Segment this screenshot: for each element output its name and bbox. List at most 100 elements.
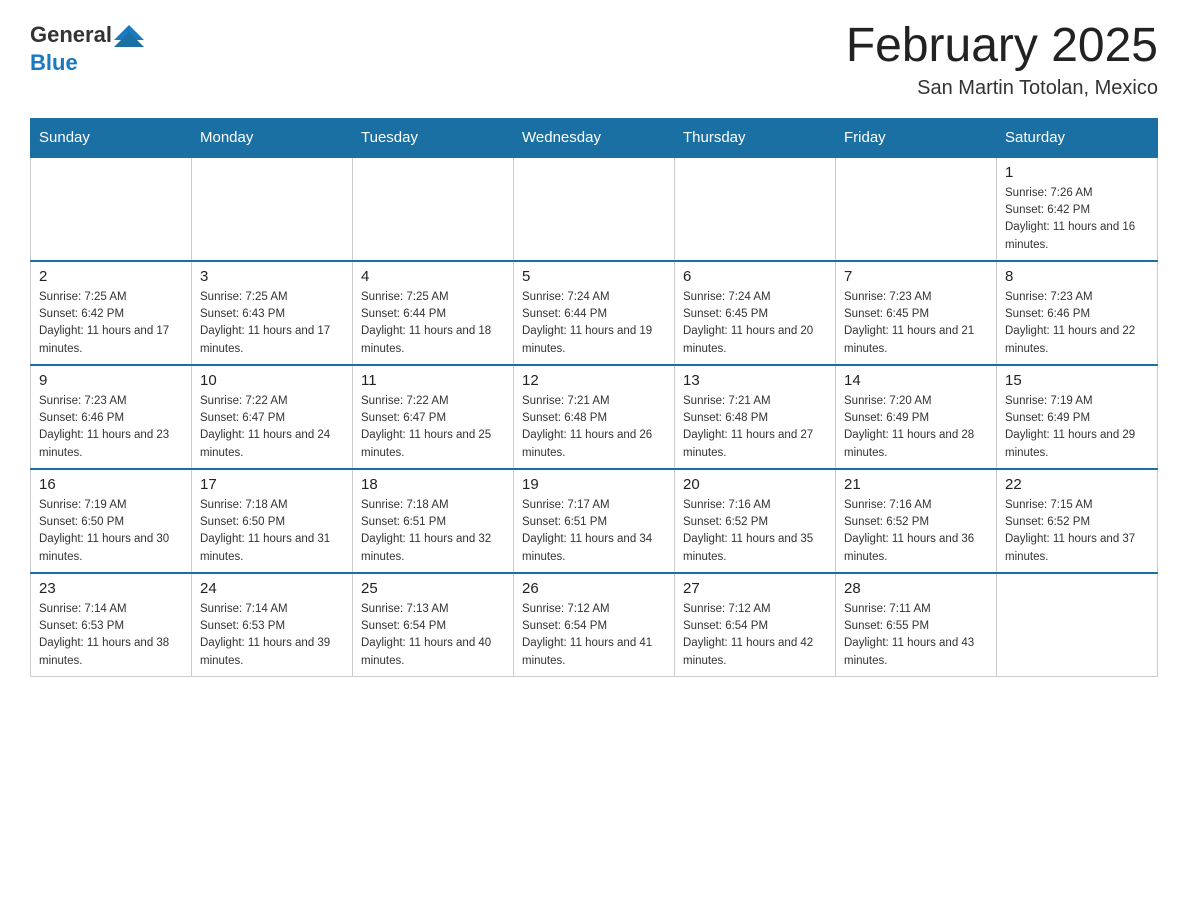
day-cell	[192, 157, 353, 261]
day-number: 22	[1005, 476, 1149, 493]
day-cell: 19Sunrise: 7:17 AMSunset: 6:51 PMDayligh…	[514, 469, 675, 573]
day-cell: 21 Sunrise: 7:16 AMSunset: 6:52 PMDayligh…	[836, 469, 997, 573]
day-info: Sunrise: 7:25 AMSunset: 6:42 PMDaylight:…	[39, 289, 183, 358]
weekday-row: SundayMondayTuesdayWednesdayThursdayFrid…	[31, 118, 1158, 157]
calendar-header: SundayMondayTuesdayWednesdayThursdayFrid…	[31, 118, 1158, 157]
day-cell	[675, 157, 836, 261]
day-number: 10	[200, 372, 344, 389]
day-cell: 14 Sunrise: 7:20 AMSunset: 6:49 PMDayligh…	[836, 365, 997, 469]
day-info: Sunrise: 7:20 AMSunset: 6:49 PMDaylight:…	[844, 393, 988, 462]
day-cell: 2 Sunrise: 7:25 AMSunset: 6:42 PMDaylight…	[31, 261, 192, 365]
weekday-wednesday: Wednesday	[514, 118, 675, 157]
week-row-1: 1Sunrise: 7:26 AMSunset: 6:42 PMDaylight…	[31, 157, 1158, 261]
day-info: Sunrise: 7:16 AMSunset: 6:52 PMDaylight:…	[683, 497, 827, 566]
day-number: 26	[522, 580, 666, 597]
day-cell: 3 Sunrise: 7:25 AMSunset: 6:43 PMDaylight…	[192, 261, 353, 365]
day-info: Sunrise: 7:24 AMSunset: 6:45 PMDaylight:…	[683, 289, 827, 358]
day-cell	[514, 157, 675, 261]
calendar-body: 1Sunrise: 7:26 AMSunset: 6:42 PMDaylight…	[31, 157, 1158, 677]
day-info: Sunrise: 7:19 AMSunset: 6:50 PMDaylight:…	[39, 497, 183, 566]
day-number: 3	[200, 268, 344, 285]
day-number: 9	[39, 372, 183, 389]
location-title: San Martin Totolan, Mexico	[846, 77, 1158, 100]
day-number: 27	[683, 580, 827, 597]
day-cell: 22 Sunrise: 7:15 AMSunset: 6:52 PMDayligh…	[997, 469, 1158, 573]
day-number: 4	[361, 268, 505, 285]
day-number: 8	[1005, 268, 1149, 285]
weekday-thursday: Thursday	[675, 118, 836, 157]
day-cell: 26 Sunrise: 7:12 AMSunset: 6:54 PMDayligh…	[514, 573, 675, 677]
day-info: Sunrise: 7:25 AMSunset: 6:44 PMDaylight:…	[361, 289, 505, 358]
weekday-saturday: Saturday	[997, 118, 1158, 157]
weekday-monday: Monday	[192, 118, 353, 157]
day-info: Sunrise: 7:25 AMSunset: 6:43 PMDaylight:…	[200, 289, 344, 358]
day-info: Sunrise: 7:23 AMSunset: 6:46 PMDaylight:…	[39, 393, 183, 462]
day-number: 18	[361, 476, 505, 493]
logo-blue: Blue	[30, 50, 78, 76]
weekday-sunday: Sunday	[31, 118, 192, 157]
day-cell	[836, 157, 997, 261]
day-number: 17	[200, 476, 344, 493]
day-cell: 9 Sunrise: 7:23 AMSunset: 6:46 PMDaylight…	[31, 365, 192, 469]
day-info: Sunrise: 7:23 AMSunset: 6:45 PMDaylight:…	[844, 289, 988, 358]
day-number: 2	[39, 268, 183, 285]
day-number: 19	[522, 476, 666, 493]
day-number: 25	[361, 580, 505, 597]
day-number: 28	[844, 580, 988, 597]
day-cell: 15Sunrise: 7:19 AMSunset: 6:49 PMDayligh…	[997, 365, 1158, 469]
day-info: Sunrise: 7:12 AMSunset: 6:54 PMDaylight:…	[522, 601, 666, 670]
day-info: Sunrise: 7:18 AMSunset: 6:50 PMDaylight:…	[200, 497, 344, 566]
day-cell: 13Sunrise: 7:21 AMSunset: 6:48 PMDayligh…	[675, 365, 836, 469]
day-info: Sunrise: 7:12 AMSunset: 6:54 PMDaylight:…	[683, 601, 827, 670]
day-number: 13	[683, 372, 827, 389]
day-number: 24	[200, 580, 344, 597]
day-cell	[31, 157, 192, 261]
day-info: Sunrise: 7:22 AMSunset: 6:47 PMDaylight:…	[200, 393, 344, 462]
day-cell: 12 Sunrise: 7:21 AMSunset: 6:48 PMDayligh…	[514, 365, 675, 469]
day-cell: 23Sunrise: 7:14 AMSunset: 6:53 PMDayligh…	[31, 573, 192, 677]
logo: General Blue	[30, 20, 144, 76]
week-row-2: 2 Sunrise: 7:25 AMSunset: 6:42 PMDaylight…	[31, 261, 1158, 365]
day-number: 5	[522, 268, 666, 285]
day-cell: 10 Sunrise: 7:22 AMSunset: 6:47 PMDayligh…	[192, 365, 353, 469]
day-number: 6	[683, 268, 827, 285]
day-info: Sunrise: 7:15 AMSunset: 6:52 PMDaylight:…	[1005, 497, 1149, 566]
day-info: Sunrise: 7:16 AMSunset: 6:52 PMDaylight:…	[844, 497, 988, 566]
day-info: Sunrise: 7:14 AMSunset: 6:53 PMDaylight:…	[39, 601, 183, 670]
calendar: SundayMondayTuesdayWednesdayThursdayFrid…	[30, 118, 1158, 677]
title-area: February 2025 San Martin Totolan, Mexico	[846, 20, 1158, 100]
week-row-4: 16 Sunrise: 7:19 AMSunset: 6:50 PMDayligh…	[31, 469, 1158, 573]
logo-general: General	[30, 22, 112, 48]
day-number: 16	[39, 476, 183, 493]
day-cell: 27 Sunrise: 7:12 AMSunset: 6:54 PMDayligh…	[675, 573, 836, 677]
logo-icon	[114, 20, 144, 50]
day-cell: 11Sunrise: 7:22 AMSunset: 6:47 PMDayligh…	[353, 365, 514, 469]
day-cell: 25Sunrise: 7:13 AMSunset: 6:54 PMDayligh…	[353, 573, 514, 677]
day-cell: 5 Sunrise: 7:24 AMSunset: 6:44 PMDaylight…	[514, 261, 675, 365]
week-row-3: 9 Sunrise: 7:23 AMSunset: 6:46 PMDaylight…	[31, 365, 1158, 469]
weekday-friday: Friday	[836, 118, 997, 157]
day-cell: 18 Sunrise: 7:18 AMSunset: 6:51 PMDayligh…	[353, 469, 514, 573]
day-info: Sunrise: 7:14 AMSunset: 6:53 PMDaylight:…	[200, 601, 344, 670]
day-number: 11	[361, 372, 505, 389]
day-info: Sunrise: 7:23 AMSunset: 6:46 PMDaylight:…	[1005, 289, 1149, 358]
day-number: 20	[683, 476, 827, 493]
day-info: Sunrise: 7:24 AMSunset: 6:44 PMDaylight:…	[522, 289, 666, 358]
day-cell: 28 Sunrise: 7:11 AMSunset: 6:55 PMDayligh…	[836, 573, 997, 677]
week-row-5: 23Sunrise: 7:14 AMSunset: 6:53 PMDayligh…	[31, 573, 1158, 677]
day-cell: 20 Sunrise: 7:16 AMSunset: 6:52 PMDayligh…	[675, 469, 836, 573]
day-cell: 16 Sunrise: 7:19 AMSunset: 6:50 PMDayligh…	[31, 469, 192, 573]
day-number: 1	[1005, 164, 1149, 181]
day-info: Sunrise: 7:11 AMSunset: 6:55 PMDaylight:…	[844, 601, 988, 670]
month-title: February 2025	[846, 20, 1158, 73]
day-cell: 24 Sunrise: 7:14 AMSunset: 6:53 PMDayligh…	[192, 573, 353, 677]
day-info: Sunrise: 7:18 AMSunset: 6:51 PMDaylight:…	[361, 497, 505, 566]
header: General Blue February 2025 San Martin To…	[30, 20, 1158, 100]
day-number: 21	[844, 476, 988, 493]
day-number: 14	[844, 372, 988, 389]
day-info: Sunrise: 7:21 AMSunset: 6:48 PMDaylight:…	[522, 393, 666, 462]
day-cell: 4 Sunrise: 7:25 AMSunset: 6:44 PMDaylight…	[353, 261, 514, 365]
day-cell	[353, 157, 514, 261]
day-number: 12	[522, 372, 666, 389]
day-number: 7	[844, 268, 988, 285]
